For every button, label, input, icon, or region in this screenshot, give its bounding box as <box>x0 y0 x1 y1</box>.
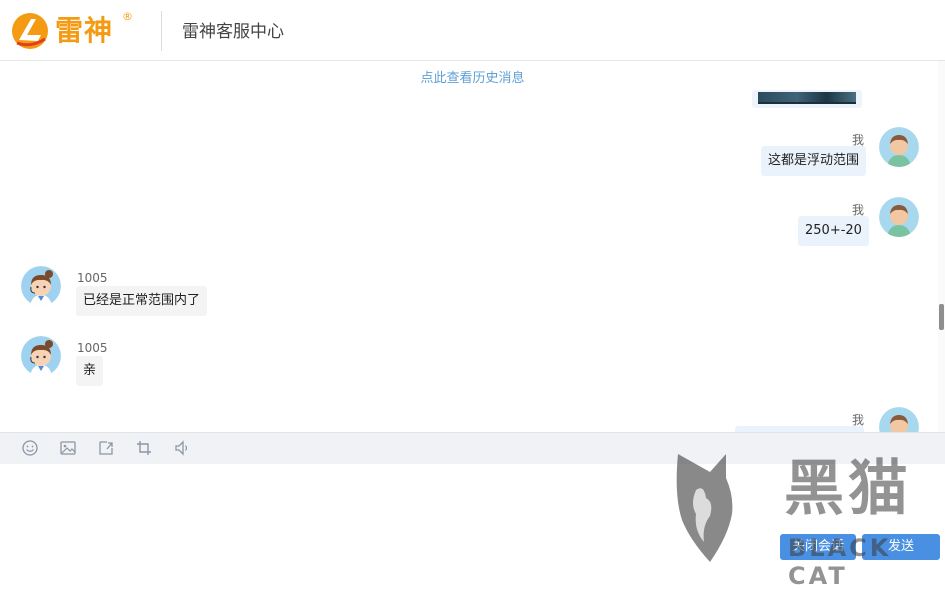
agent-avatar <box>21 336 61 376</box>
message-bubble: 250+-20 <box>798 216 869 246</box>
send-button[interactable]: 发送 <box>862 534 940 560</box>
message-bubble: 已经是正常范围内了 <box>76 286 208 316</box>
header-divider <box>161 11 162 51</box>
brand-name: 雷神 <box>55 14 114 47</box>
message-bubble: 这都是浮动范围 <box>761 146 867 176</box>
close-session-button[interactable]: 关闭会话 <box>780 534 856 560</box>
chat-scrollbar-track[interactable] <box>938 61 945 432</box>
message-sender: 1005 <box>77 341 108 355</box>
image-icon[interactable] <box>59 439 77 457</box>
user-avatar <box>879 197 919 237</box>
agent-avatar <box>21 266 61 306</box>
user-avatar <box>879 407 919 432</box>
volume-icon[interactable] <box>173 439 191 457</box>
chat-scrollbar-thumb[interactable] <box>939 304 944 330</box>
registered-mark: ® <box>122 10 133 23</box>
message-bubble: 亲 <box>76 356 104 386</box>
header: 雷神 ® 雷神客服中心 <box>0 0 945 61</box>
emoji-icon[interactable] <box>21 439 39 457</box>
user-avatar <box>879 127 919 167</box>
brand-logo-icon <box>12 13 48 49</box>
file-upload-icon[interactable] <box>97 439 115 457</box>
message-input[interactable] <box>8 470 652 544</box>
history-link[interactable]: 点此查看历史消息 <box>0 67 945 86</box>
chat-messages[interactable]: 点此查看历史消息 我 这都是浮动范围 我 250+-20 1005 已经是正常范… <box>0 61 945 432</box>
brand-logo: 雷神 ® <box>11 10 133 50</box>
crop-icon[interactable] <box>135 439 153 457</box>
image-message-thumbnail[interactable] <box>752 90 862 108</box>
page-title: 雷神客服中心 <box>182 22 284 42</box>
message-sender: 1005 <box>77 271 108 285</box>
composer-toolbar <box>0 432 945 465</box>
